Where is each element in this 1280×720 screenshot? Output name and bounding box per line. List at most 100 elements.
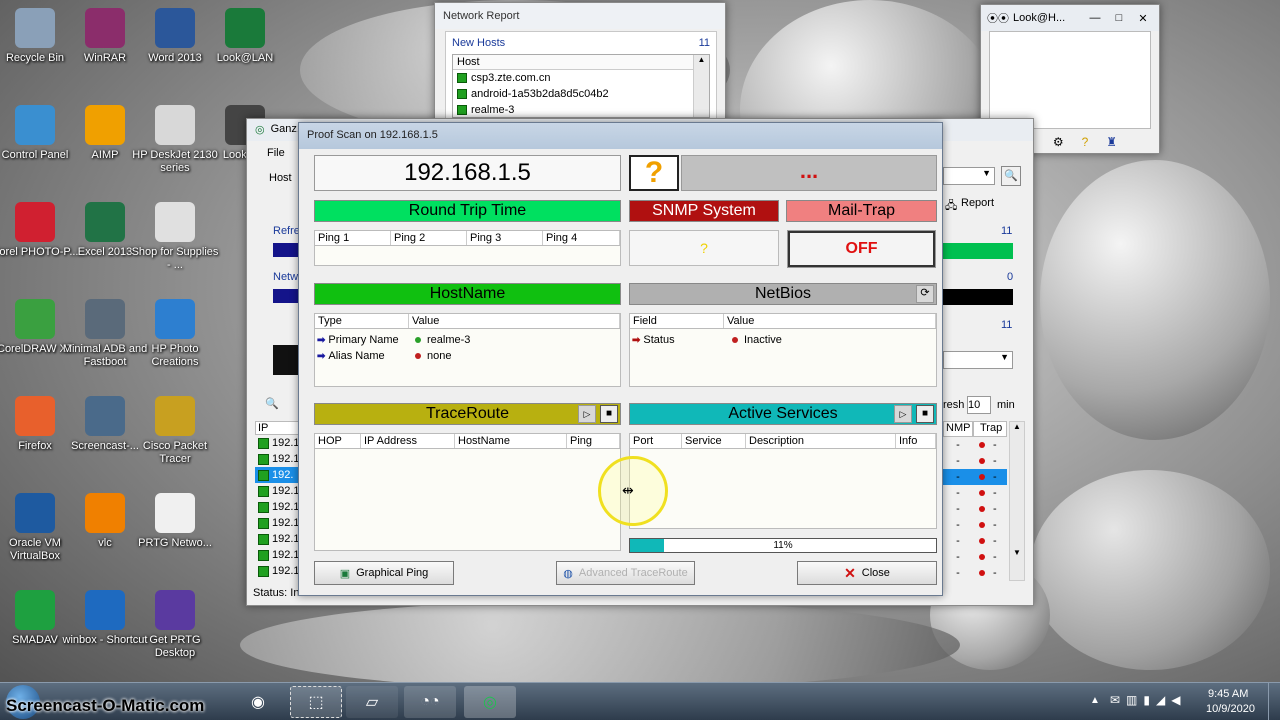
- zoom-icon[interactable]: 🔍: [265, 397, 279, 410]
- firefox-taskbar-icon[interactable]: ◉: [232, 686, 284, 718]
- table-row[interactable]: 192.1: [255, 515, 303, 531]
- stop-icon[interactable]: ■: [916, 405, 934, 423]
- column-header[interactable]: Ping 4: [543, 231, 620, 245]
- maximize-button[interactable]: □: [1109, 12, 1129, 24]
- network-report-title: Network Report: [435, 3, 725, 29]
- mail-trap-off-button[interactable]: OFF: [787, 230, 936, 268]
- table-row[interactable]: 192.1: [255, 563, 303, 579]
- graphical-ping-button[interactable]: ▣ Graphical Ping: [314, 561, 454, 585]
- prtg-desktop-icon: [155, 590, 195, 630]
- question-icon: ?: [629, 155, 679, 191]
- red-dot-icon: [979, 474, 985, 480]
- hostname-row[interactable]: ➡ Alias Name none: [315, 348, 620, 364]
- netbios-row[interactable]: ➡ Status Inactive: [630, 332, 936, 348]
- desktop-icon[interactable]: Get PRTG Desktop: [130, 590, 220, 660]
- vertical-scrollbar[interactable]: ▲ ▼: [1009, 421, 1025, 581]
- ip-address-column: IP Addres: [255, 421, 303, 435]
- recycle-bin-icon: [15, 8, 55, 48]
- scrollbar[interactable]: ▲: [693, 55, 709, 117]
- stop-icon[interactable]: ■: [600, 405, 618, 423]
- host-status-icon: [258, 485, 269, 497]
- lookatlan-taskbar-icon[interactable]: ◔◔: [404, 686, 456, 718]
- host-row[interactable]: csp3.zte.com.cn: [453, 70, 709, 86]
- report-label[interactable]: Report: [961, 197, 994, 209]
- table-row[interactable]: 192.1: [255, 547, 303, 563]
- table-row[interactable]: 192.1: [255, 531, 303, 547]
- files-taskbar-icon[interactable]: ▱: [346, 686, 398, 718]
- search-icon[interactable]: 🔍: [1001, 166, 1021, 186]
- desktop-icon[interactable]: HP Photo Creations: [130, 299, 220, 369]
- prtg-icon: [155, 493, 195, 533]
- trap-row: --: [956, 551, 997, 563]
- help-icon[interactable]: ?: [1082, 135, 1089, 149]
- column-header[interactable]: HostName: [455, 434, 567, 448]
- desktop-icon[interactable]: Cisco Packet Tracer: [130, 396, 220, 466]
- column-header[interactable]: Ping: [567, 434, 620, 448]
- host-row[interactable]: android-1a53b2da8d5c04b2: [453, 86, 709, 102]
- refresh-input[interactable]: [967, 396, 991, 414]
- close-button[interactable]: ✕: [1133, 12, 1153, 25]
- network-icon[interactable]: ⚙: [1053, 135, 1064, 149]
- services-columns: Port Service Description Info: [629, 433, 937, 449]
- traceroute-title: TraceRoute: [426, 405, 509, 422]
- desktop-icon-label: Get PRTG Desktop: [149, 634, 201, 659]
- desktop-icon[interactable]: Look@LAN: [200, 8, 290, 65]
- column-header[interactable]: Info: [896, 434, 936, 448]
- column-header[interactable]: Description: [746, 434, 896, 448]
- status-dot-icon: [415, 353, 421, 359]
- host-name: realme-3: [471, 104, 515, 116]
- column-header[interactable]: Value: [409, 314, 620, 328]
- close-button[interactable]: ✕ Close: [797, 561, 937, 585]
- column-header[interactable]: Port: [630, 434, 682, 448]
- column-header[interactable]: Ping 2: [391, 231, 467, 245]
- column-header[interactable]: Field: [630, 314, 724, 328]
- snipping-taskbar-icon[interactable]: ⬚: [290, 686, 342, 718]
- table-row[interactable]: 192.1: [255, 435, 303, 451]
- desktop-icon-label: PRTG Netwo...: [138, 537, 212, 549]
- red-dot-icon: [979, 506, 985, 512]
- resize-cursor-icon: ⇹: [622, 482, 634, 498]
- desktop-icon[interactable]: Shop for Supplies - ...: [130, 202, 220, 272]
- show-desktop-button[interactable]: [1268, 683, 1280, 720]
- tray-arrow-icon[interactable]: ▲: [1090, 695, 1100, 706]
- desktop-icon[interactable]: PRTG Netwo...: [130, 493, 220, 550]
- virtualbox-icon: [15, 493, 55, 533]
- play-icon[interactable]: ▷: [578, 405, 596, 423]
- table-row[interactable]: 192.1: [255, 499, 303, 515]
- advanced-traceroute-button[interactable]: ◍ Advanced TraceRoute: [556, 561, 695, 585]
- table-row[interactable]: 192.1: [255, 483, 303, 499]
- column-header[interactable]: Type: [315, 314, 409, 328]
- lookatlan-green-taskbar-icon[interactable]: ◎: [464, 686, 516, 718]
- column-header[interactable]: Value: [724, 314, 936, 328]
- column-header[interactable]: Service: [682, 434, 746, 448]
- host-row[interactable]: realme-3: [453, 102, 709, 118]
- status-dot-icon: [732, 337, 738, 343]
- app-icon: ◎: [255, 124, 265, 136]
- host-status-icon: [258, 533, 269, 545]
- active-services-header: Active Services ▷ ■: [629, 403, 937, 425]
- table-row[interactable]: 192.1: [255, 451, 303, 467]
- tools-icon[interactable]: ♜: [1106, 135, 1117, 149]
- column-header[interactable]: HOP: [315, 434, 361, 448]
- graph-icon: ▣: [339, 567, 351, 580]
- minimize-button[interactable]: —: [1085, 12, 1105, 24]
- table-row[interactable]: 192.: [255, 467, 303, 483]
- clock-date[interactable]: 10/9/2020: [1206, 703, 1255, 715]
- column-header[interactable]: Ping 3: [467, 231, 543, 245]
- hostname-row[interactable]: ➡ Primary Name realme-3: [315, 332, 620, 348]
- dropdown-2[interactable]: ▼: [943, 351, 1013, 369]
- host-status-icon: [457, 105, 467, 115]
- ip-display: 192.168.1.5: [314, 155, 621, 191]
- ip-cell: 192.1: [272, 549, 300, 561]
- play-icon[interactable]: ▷: [894, 405, 912, 423]
- column-header[interactable]: Ping 1: [315, 231, 391, 245]
- desktop-icon-label: Look@LAN: [216, 52, 274, 64]
- netbios-columns: Field Value: [629, 313, 937, 329]
- refresh-icon[interactable]: ⟳: [916, 285, 934, 303]
- tray-icons[interactable]: ✉▥▮◢◀: [1110, 693, 1186, 707]
- host-status-icon: [258, 549, 269, 561]
- clock-time[interactable]: 9:45 AM: [1208, 688, 1248, 700]
- column-header[interactable]: IP Address: [361, 434, 455, 448]
- host-dropdown[interactable]: ▼: [943, 167, 995, 185]
- menu-file[interactable]: File: [267, 147, 285, 159]
